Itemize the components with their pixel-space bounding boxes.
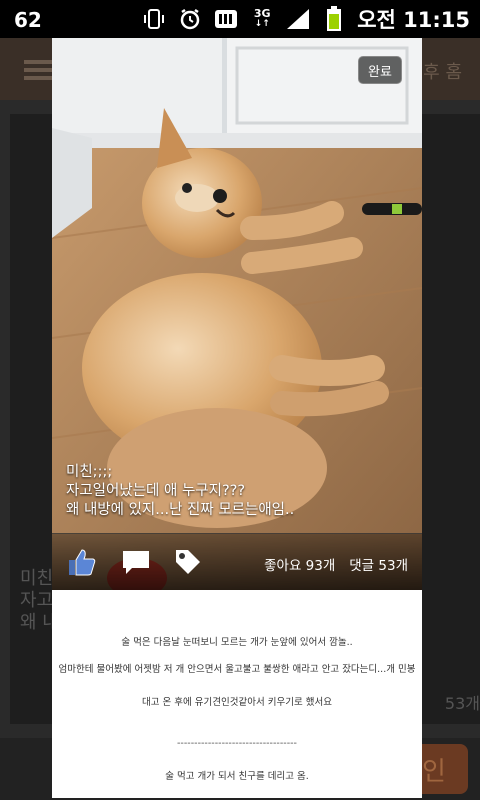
clock: 오전 11:15 xyxy=(357,8,470,32)
divider-line: ----------------------------------- xyxy=(177,738,297,749)
photo-modal: 완료 미친;;;; 자고일어났는데 애 누구지??? 왜 내방에 있지...난 … xyxy=(52,38,422,798)
battery-icon xyxy=(321,6,347,32)
body-line: 술 먹은 다음날 눈떠보니 모르는 개가 눈앞에 있어서 깜놀.. xyxy=(121,637,353,648)
network-3g-icon: 3G ↓↑ xyxy=(253,7,271,29)
caption-line: 자고일어났는데 애 누구지??? xyxy=(66,483,246,499)
vibrate-icon xyxy=(141,6,167,32)
body-line: 엄마한테 물어봤에 어젯밤 저 개 안으면서 울고불고 불쌍한 애라고 안고 잤… xyxy=(58,664,416,675)
tag-icon[interactable] xyxy=(172,546,204,578)
comment-bubble-icon[interactable] xyxy=(120,546,152,578)
done-button[interactable]: 완료 xyxy=(358,56,402,84)
alarm-icon xyxy=(177,6,203,32)
post-body: 술 먹은 다음날 눈떠보니 모르는 개가 눈앞에 있어서 깜놀.. 엄마한테 물… xyxy=(52,590,422,798)
caption-line: 왜 내방에 있지...난 진짜 모르는애임.. xyxy=(66,502,295,518)
caption-line: 미친;;;; xyxy=(66,464,113,480)
likes-count[interactable]: 좋아요 93개 xyxy=(264,554,335,574)
post-photo: 완료 미친;;;; 자고일어났는데 애 누구지??? 왜 내방에 있지...난 … xyxy=(52,38,422,590)
body-line: 대고 온 후에 유기견인것같아서 키우기로 했서요 xyxy=(142,697,332,708)
like-thumb-icon[interactable] xyxy=(66,546,98,578)
bg-header-right: 후 홈 xyxy=(423,62,462,83)
body-line: 술 먹고 개가 되서 친구를 데리고 옴. xyxy=(165,771,309,782)
status-icons: 3G ↓↑ 오전 11:15 xyxy=(141,4,470,34)
menu-icon xyxy=(24,60,52,80)
signal-icon xyxy=(285,6,311,32)
network-label: 3G xyxy=(253,7,271,20)
status-bar: 62 3G ↓↑ 오전 11:15 xyxy=(0,0,480,38)
sync-icon xyxy=(213,6,239,32)
post-caption: 미친;;;; 자고일어났는데 애 누구지??? 왜 내방에 있지...난 진짜 … xyxy=(66,463,294,520)
comments-count[interactable]: 댓글 53개 xyxy=(349,554,408,574)
post-action-bar: 좋아요 93개 댓글 53개 xyxy=(52,533,422,590)
bg-count: 53개 xyxy=(444,694,480,713)
post-counts: 좋아요 93개 댓글 53개 xyxy=(264,554,408,574)
notification-count: 62 xyxy=(14,8,42,32)
